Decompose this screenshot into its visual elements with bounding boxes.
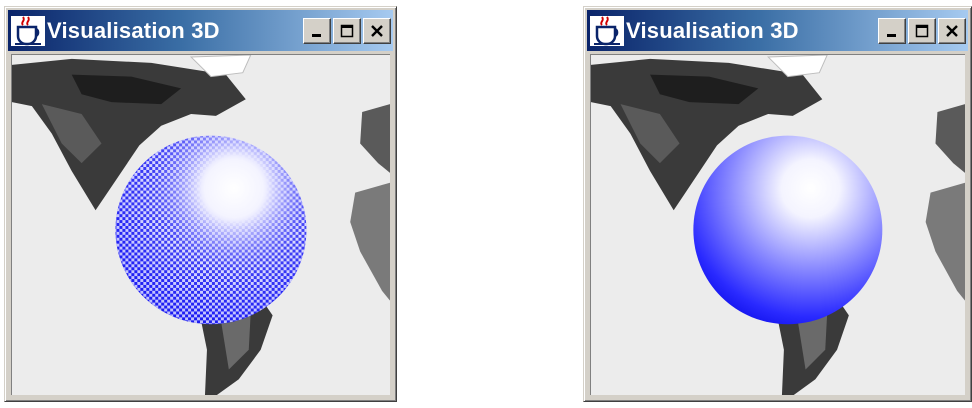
close-icon [946, 24, 958, 37]
title-bar[interactable]: Visualisation 3D [8, 10, 393, 51]
maximize-button[interactable] [333, 17, 361, 44]
3d-viewport[interactable] [11, 54, 390, 395]
3d-viewport[interactable] [590, 54, 965, 395]
globe-render [591, 55, 965, 395]
window-controls [878, 17, 966, 44]
dither-overlay [115, 135, 307, 325]
window-controls [303, 17, 391, 44]
window-left: Visualisation 3D [4, 6, 397, 402]
java-cup-icon [11, 15, 45, 46]
minimize-button[interactable] [303, 17, 331, 44]
close-icon [371, 24, 383, 37]
maximize-icon [340, 24, 354, 37]
maximize-icon [915, 24, 929, 37]
close-button[interactable] [938, 17, 966, 44]
sphere [693, 135, 883, 325]
minimize-icon [312, 33, 321, 37]
maximize-button[interactable] [908, 17, 936, 44]
minimize-button[interactable] [878, 17, 906, 44]
java-cup-icon [590, 15, 624, 46]
globe-render [12, 55, 390, 395]
window-title: Visualisation 3D [626, 17, 799, 43]
minimize-icon [887, 33, 896, 37]
window-title: Visualisation 3D [47, 17, 220, 43]
window-right: Visualisation 3D [583, 6, 972, 402]
title-bar[interactable]: Visualisation 3D [587, 10, 968, 51]
close-button[interactable] [363, 17, 391, 44]
